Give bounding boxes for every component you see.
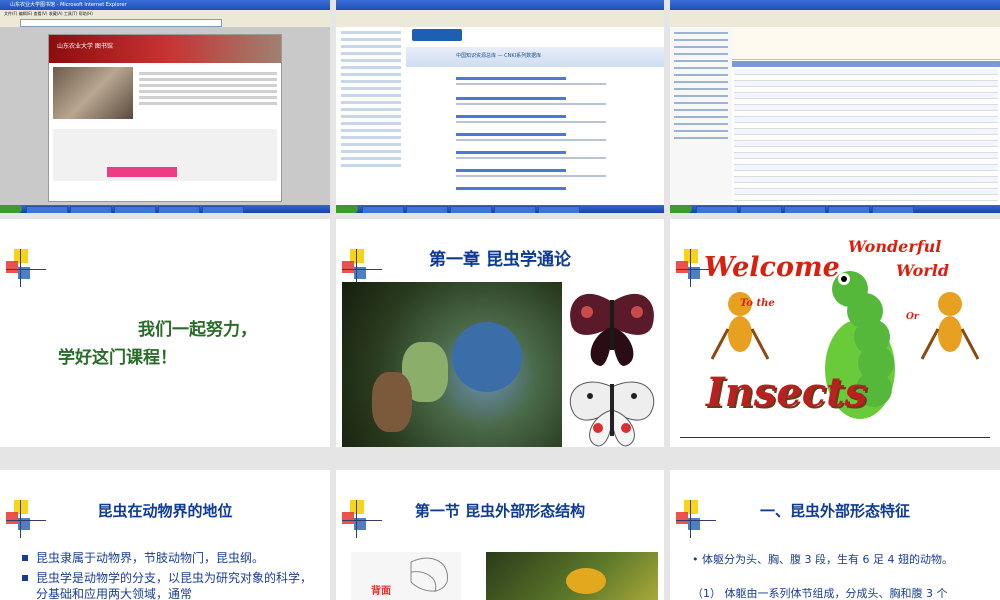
cnki-sidebar — [336, 27, 407, 205]
slide-library-screenshot[interactable]: 山东农业大学图书馆 - Microsoft Internet Explorer … — [0, 0, 330, 213]
dorsal-label: 背面 — [371, 586, 391, 597]
taskbar-item — [362, 206, 404, 213]
library-photo — [53, 67, 133, 119]
taskbar — [670, 205, 1000, 213]
taskbar-item — [740, 206, 782, 213]
bullet-item: 昆虫学是动物学的分支，以昆虫为研究对象的科学，分基础和应用两大领域，通常 — [22, 570, 322, 600]
slide-cnki-screenshot[interactable]: 中国知识资源总库 — CNKI系列数据库 — [336, 0, 664, 213]
window-titlebar — [336, 0, 664, 10]
taskbar-item — [70, 206, 112, 213]
slide-insect-status[interactable]: 昆虫在动物界的地位 昆虫隶属于动物界，节肢动物门，昆虫纲。 昆虫学是动物学的分支… — [0, 470, 330, 600]
library-banner: 山东农业大学 图书馆 — [49, 35, 281, 63]
library-page: 山东农业大学 图书馆 — [48, 34, 282, 202]
start-button — [336, 205, 358, 213]
bullet-item: 昆虫隶属于动物界，节肢动物门，昆虫纲。 — [22, 550, 322, 566]
bullet-list: 昆虫隶属于动物界，节肢动物门，昆虫纲。 昆虫学是动物学的分支，以昆虫为研究对象的… — [22, 550, 322, 600]
decorative-squares — [6, 249, 46, 287]
wonderful-text: Wonderful — [848, 237, 942, 256]
window-titlebar — [670, 0, 1000, 10]
insects-text: Insects — [706, 369, 868, 416]
menu-bar — [670, 10, 1000, 17]
taskbar-item — [538, 206, 580, 213]
news-list — [139, 69, 277, 119]
taskbar-item — [872, 206, 914, 213]
or-text: Or — [906, 312, 919, 322]
taskbar-item — [406, 206, 448, 213]
motivation-line-2: 学好这门课程！ — [58, 348, 177, 368]
insect-diagram: 背面 — [351, 552, 461, 600]
start-button — [0, 205, 22, 213]
feature-text-1: • 体躯分为头、胸、腹 3 段，生有 6 足 4 翅的动物。 — [692, 553, 953, 566]
menu-bar — [336, 10, 664, 17]
db-table-header — [732, 61, 1000, 67]
world-text: World — [896, 261, 950, 280]
feature-text-2: （1） 体躯由一系列体节组成，分成头、胸和腹 3 个 — [692, 587, 948, 600]
cnki-main: 中国知识资源总库 — CNKI系列数据库 — [406, 27, 664, 205]
welcome-text: Welcome — [704, 252, 840, 283]
ant-cartoon-right — [920, 292, 980, 360]
taskbar-item — [696, 206, 738, 213]
menu-bar: 文件(F) 编辑(E) 查看(V) 收藏(A) 工具(T) 帮助(H) — [0, 10, 330, 17]
db-search-panel — [732, 27, 1000, 60]
slide-morphology-features[interactable]: 一、昆虫外部形态特征 • 体躯分为头、胸、腹 3 段，生有 6 足 4 翅的动物… — [670, 470, 1000, 600]
butterfly-image-2 — [562, 372, 662, 447]
cnki-title-bar: 中国知识资源总库 — CNKI系列数据库 — [406, 47, 664, 67]
slide-welcome-insects[interactable]: Welcome Wonderful World To the Or Insect… — [670, 219, 1000, 447]
butterfly-image-1 — [562, 282, 662, 372]
cnki-page-title: 中国知识资源总库 — CNKI系列数据库 — [456, 53, 542, 59]
slide-database-screenshot[interactable] — [670, 0, 1000, 213]
bee-photo — [486, 552, 658, 600]
library-banner-title: 山东农业大学 图书馆 — [57, 43, 113, 50]
slide-motivation[interactable]: 我们一起努力， 学好这门课程！ — [0, 219, 330, 447]
db-main — [732, 27, 1000, 205]
taskbar-item — [828, 206, 870, 213]
db-category-tree — [670, 27, 733, 205]
window-titlebar: 山东农业大学图书馆 - Microsoft Internet Explorer — [0, 0, 330, 10]
cnki-logo — [412, 29, 462, 41]
taskbar-item — [26, 206, 68, 213]
taskbar-item — [158, 206, 200, 213]
taskbar-item — [450, 206, 492, 213]
motivation-line-1: 我们一起努力， — [138, 320, 257, 340]
to-the-text: To the — [740, 298, 775, 309]
taskbar — [0, 205, 330, 213]
address-bar — [20, 19, 222, 27]
taskbar-item — [202, 206, 244, 213]
slide-title: 一、昆虫外部形态特征 — [759, 502, 910, 520]
bugs-life-image — [342, 282, 562, 447]
slide-title: 第一节 昆虫外部形态结构 — [414, 502, 586, 520]
chapter-title: 第一章 昆虫学通论 — [429, 250, 571, 270]
slide-chapter-one[interactable]: 第一章 昆虫学通论 — [336, 219, 664, 447]
slide-title: 昆虫在动物界的地位 — [97, 502, 233, 520]
window-title: 山东农业大学图书馆 - Microsoft Internet Explorer — [10, 2, 127, 8]
highlight-button — [107, 167, 177, 177]
bottom-divider — [680, 437, 990, 438]
slide-external-morphology[interactable]: 第一节 昆虫外部形态结构 背面 — [336, 470, 664, 600]
taskbar — [336, 205, 664, 213]
start-button — [670, 205, 692, 213]
taskbar-item — [784, 206, 826, 213]
taskbar-item — [114, 206, 156, 213]
taskbar-item — [494, 206, 536, 213]
